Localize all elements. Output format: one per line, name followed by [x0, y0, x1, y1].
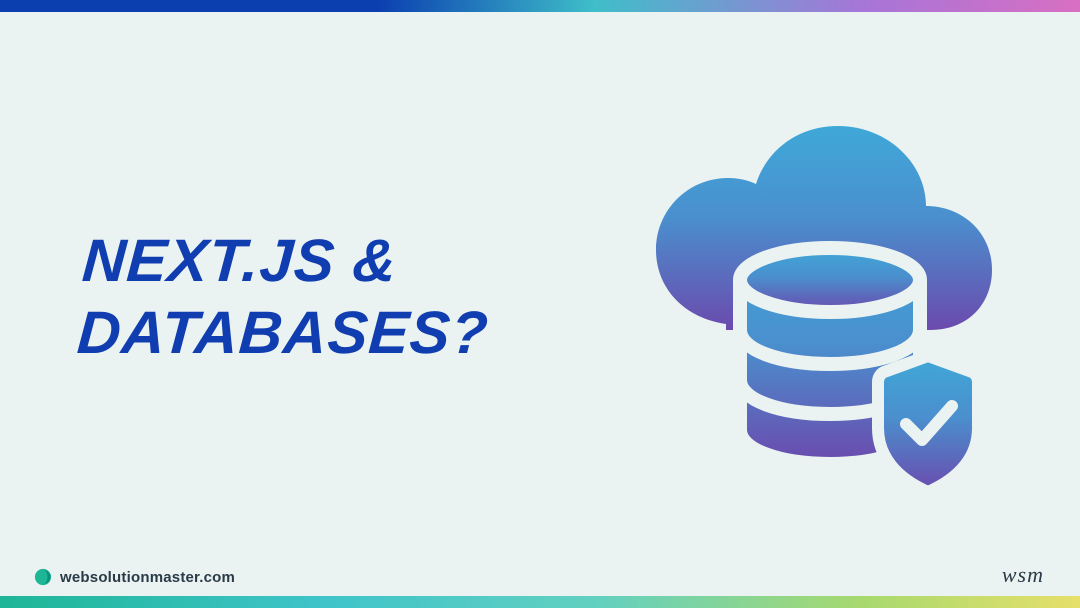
headline-line-1: NEXT.JS & [80, 225, 496, 297]
headline-line-2: DATABASES? [75, 297, 491, 369]
footer-monogram: wsm [1002, 562, 1044, 588]
bottom-gradient-bar [0, 596, 1080, 608]
top-gradient-bar [0, 0, 1080, 12]
footer-site-text: websolutionmaster.com [60, 569, 235, 586]
brand-logo-icon [34, 568, 52, 586]
cloud-database-shield-icon [630, 110, 1010, 490]
headline: NEXT.JS & DATABASES? [75, 225, 496, 369]
footer-brand: websolutionmaster.com [34, 568, 235, 586]
